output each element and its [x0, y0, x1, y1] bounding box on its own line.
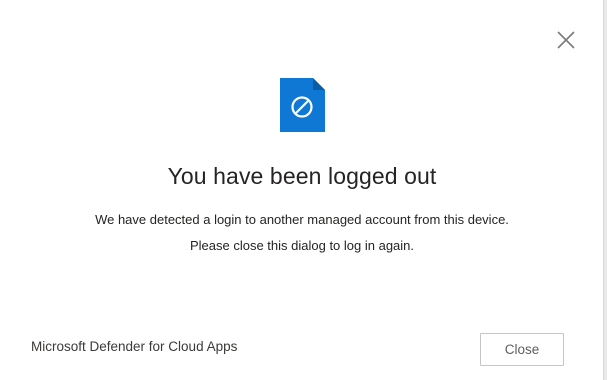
blocked-file-icon	[280, 78, 325, 132]
dialog-message: We have detected a login to another mana…	[0, 207, 604, 259]
close-button[interactable]: Close	[480, 333, 564, 366]
brand-label: Microsoft Defender for Cloud Apps	[31, 339, 238, 354]
message-line-2: Please close this dialog to log in again…	[189, 238, 415, 253]
close-icon[interactable]	[555, 29, 577, 51]
message-line-1: We have detected a login to another mana…	[95, 212, 509, 227]
logged-out-dialog: You have been logged out We have detecte…	[0, 0, 604, 380]
dialog-title: You have been logged out	[167, 163, 437, 189]
